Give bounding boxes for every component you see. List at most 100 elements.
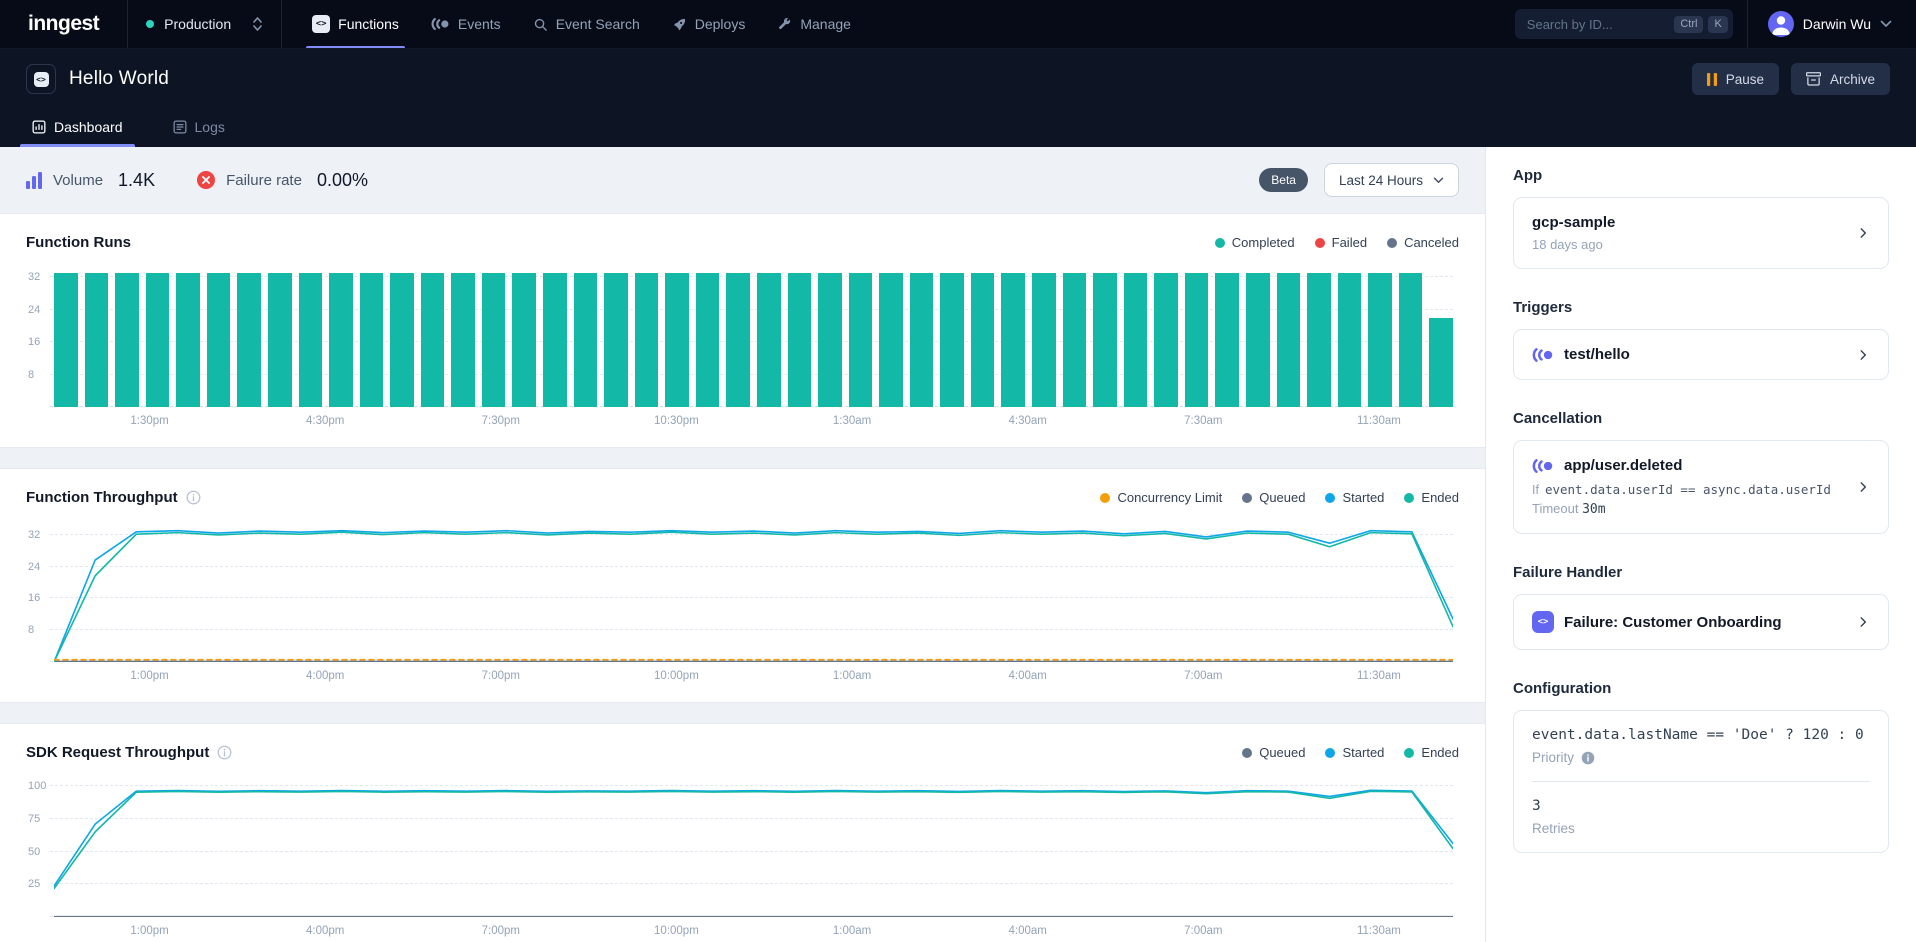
bar[interactable] bbox=[85, 273, 109, 407]
volume-label: Volume bbox=[53, 172, 103, 189]
x-axis-label: 7:30am bbox=[1184, 415, 1222, 427]
search-input[interactable] bbox=[1527, 17, 1670, 32]
bar[interactable] bbox=[1001, 273, 1025, 407]
bar[interactable] bbox=[482, 273, 506, 407]
nav-item-deploys[interactable]: Deploys bbox=[656, 0, 762, 48]
bar[interactable] bbox=[1368, 273, 1392, 407]
bar[interactable] bbox=[940, 273, 964, 407]
bar-chart-plot: 8162432 bbox=[26, 267, 1459, 407]
bar[interactable] bbox=[329, 273, 353, 407]
app-name: gcp-sample bbox=[1532, 214, 1846, 231]
dashboard-content: Volume 1.4K Failure rate 0.00% Beta Last… bbox=[0, 147, 1485, 942]
bar[interactable] bbox=[360, 273, 384, 407]
bar[interactable] bbox=[1399, 273, 1423, 407]
bar[interactable] bbox=[1124, 273, 1148, 407]
legend-dot bbox=[1325, 748, 1335, 758]
pause-button[interactable]: Pause bbox=[1692, 63, 1779, 95]
failure-handler-section: Failure Handler <> Failure: Customer Onb… bbox=[1513, 564, 1889, 650]
trigger-card[interactable]: test/hello bbox=[1513, 329, 1889, 380]
bar[interactable] bbox=[665, 273, 689, 407]
x-axis-label: 1:00am bbox=[833, 925, 871, 937]
nav-item-event-search[interactable]: Event Search bbox=[517, 0, 656, 48]
failure-x-icon bbox=[197, 171, 215, 189]
tab-logs[interactable]: Logs bbox=[167, 109, 231, 147]
cancellation-card[interactable]: app/user.deleted If event.data.userId ==… bbox=[1513, 440, 1889, 534]
stats-row: Volume 1.4K Failure rate 0.00% Beta Last… bbox=[0, 147, 1485, 213]
bar[interactable] bbox=[1215, 273, 1239, 407]
bar[interactable] bbox=[1032, 273, 1056, 407]
x-axis-label: 1:30pm bbox=[130, 415, 168, 427]
bar[interactable] bbox=[146, 273, 170, 407]
nav-item-events[interactable]: Events bbox=[415, 0, 517, 48]
bar[interactable] bbox=[512, 273, 536, 407]
bar[interactable] bbox=[543, 273, 567, 407]
y-axis-tick: 100 bbox=[28, 780, 46, 792]
x-axis-label: 1:30am bbox=[833, 415, 871, 427]
configuration-heading: Configuration bbox=[1513, 680, 1889, 697]
event-pulse-icon bbox=[1532, 347, 1554, 363]
x-axis-label: 7:30pm bbox=[482, 415, 520, 427]
bar[interactable] bbox=[1307, 273, 1331, 407]
bar[interactable] bbox=[849, 273, 873, 407]
time-range-select[interactable]: Last 24 Hours bbox=[1324, 163, 1459, 197]
rocket-icon bbox=[672, 17, 687, 32]
info-icon[interactable] bbox=[186, 490, 201, 505]
bar[interactable] bbox=[390, 273, 414, 407]
bars bbox=[54, 267, 1453, 407]
bar[interactable] bbox=[1093, 273, 1117, 407]
nav-item-functions[interactable]: <> Functions bbox=[296, 0, 415, 48]
bar[interactable] bbox=[604, 273, 628, 407]
bar[interactable] bbox=[1338, 273, 1362, 407]
bar[interactable] bbox=[421, 273, 445, 407]
legend-item: Queued bbox=[1242, 745, 1305, 760]
bar[interactable] bbox=[207, 273, 231, 407]
bar[interactable] bbox=[1246, 273, 1270, 407]
line-chart-plot: 8162432 bbox=[26, 522, 1459, 662]
archive-button[interactable]: Archive bbox=[1791, 63, 1890, 95]
global-search[interactable]: Ctrl K bbox=[1515, 9, 1733, 39]
bar[interactable] bbox=[451, 273, 475, 407]
bar[interactable] bbox=[879, 273, 903, 407]
bar[interactable] bbox=[696, 273, 720, 407]
triggers-heading: Triggers bbox=[1513, 299, 1889, 316]
environment-selector[interactable]: Production bbox=[127, 0, 282, 48]
failure-handler-card[interactable]: <> Failure: Customer Onboarding bbox=[1513, 594, 1889, 650]
bar[interactable] bbox=[299, 273, 323, 407]
nav-item-manage[interactable]: Manage bbox=[761, 0, 867, 48]
bar[interactable] bbox=[574, 273, 598, 407]
info-icon[interactable] bbox=[217, 745, 232, 760]
info-icon[interactable] bbox=[1581, 751, 1595, 765]
pause-label: Pause bbox=[1726, 72, 1764, 87]
bar[interactable] bbox=[757, 273, 781, 407]
y-axis-tick: 8 bbox=[28, 369, 34, 381]
bar[interactable] bbox=[176, 273, 200, 407]
user-menu[interactable]: Darwin Wu bbox=[1747, 0, 1916, 48]
app-heading: App bbox=[1513, 167, 1889, 184]
bar[interactable] bbox=[1185, 273, 1209, 407]
bar[interactable] bbox=[818, 273, 842, 407]
bar[interactable] bbox=[115, 273, 139, 407]
bar[interactable] bbox=[1154, 273, 1178, 407]
legend-label: Canceled bbox=[1404, 235, 1459, 250]
bar[interactable] bbox=[1429, 318, 1453, 407]
bar[interactable] bbox=[237, 273, 261, 407]
x-axis-label: 4:00pm bbox=[306, 670, 344, 682]
bar[interactable] bbox=[1277, 273, 1301, 407]
legend-dot bbox=[1215, 238, 1225, 248]
function-code-icon: <> bbox=[26, 64, 56, 94]
legend-item: Canceled bbox=[1387, 235, 1459, 250]
retries-value: 3 bbox=[1532, 798, 1870, 814]
bar[interactable] bbox=[726, 273, 750, 407]
bar[interactable] bbox=[54, 273, 78, 407]
bar[interactable] bbox=[971, 273, 995, 407]
app-card[interactable]: gcp-sample 18 days ago bbox=[1513, 197, 1889, 269]
bar[interactable] bbox=[268, 273, 292, 407]
failure-rate-stat: Failure rate 0.00% bbox=[197, 170, 368, 191]
bar[interactable] bbox=[635, 273, 659, 407]
tab-dashboard[interactable]: Dashboard bbox=[26, 109, 129, 147]
bar[interactable] bbox=[1063, 273, 1087, 407]
environment-name: Production bbox=[164, 16, 242, 32]
configuration-section: Configuration event.data.lastName == 'Do… bbox=[1513, 680, 1889, 853]
bar[interactable] bbox=[910, 273, 934, 407]
bar[interactable] bbox=[788, 273, 812, 407]
